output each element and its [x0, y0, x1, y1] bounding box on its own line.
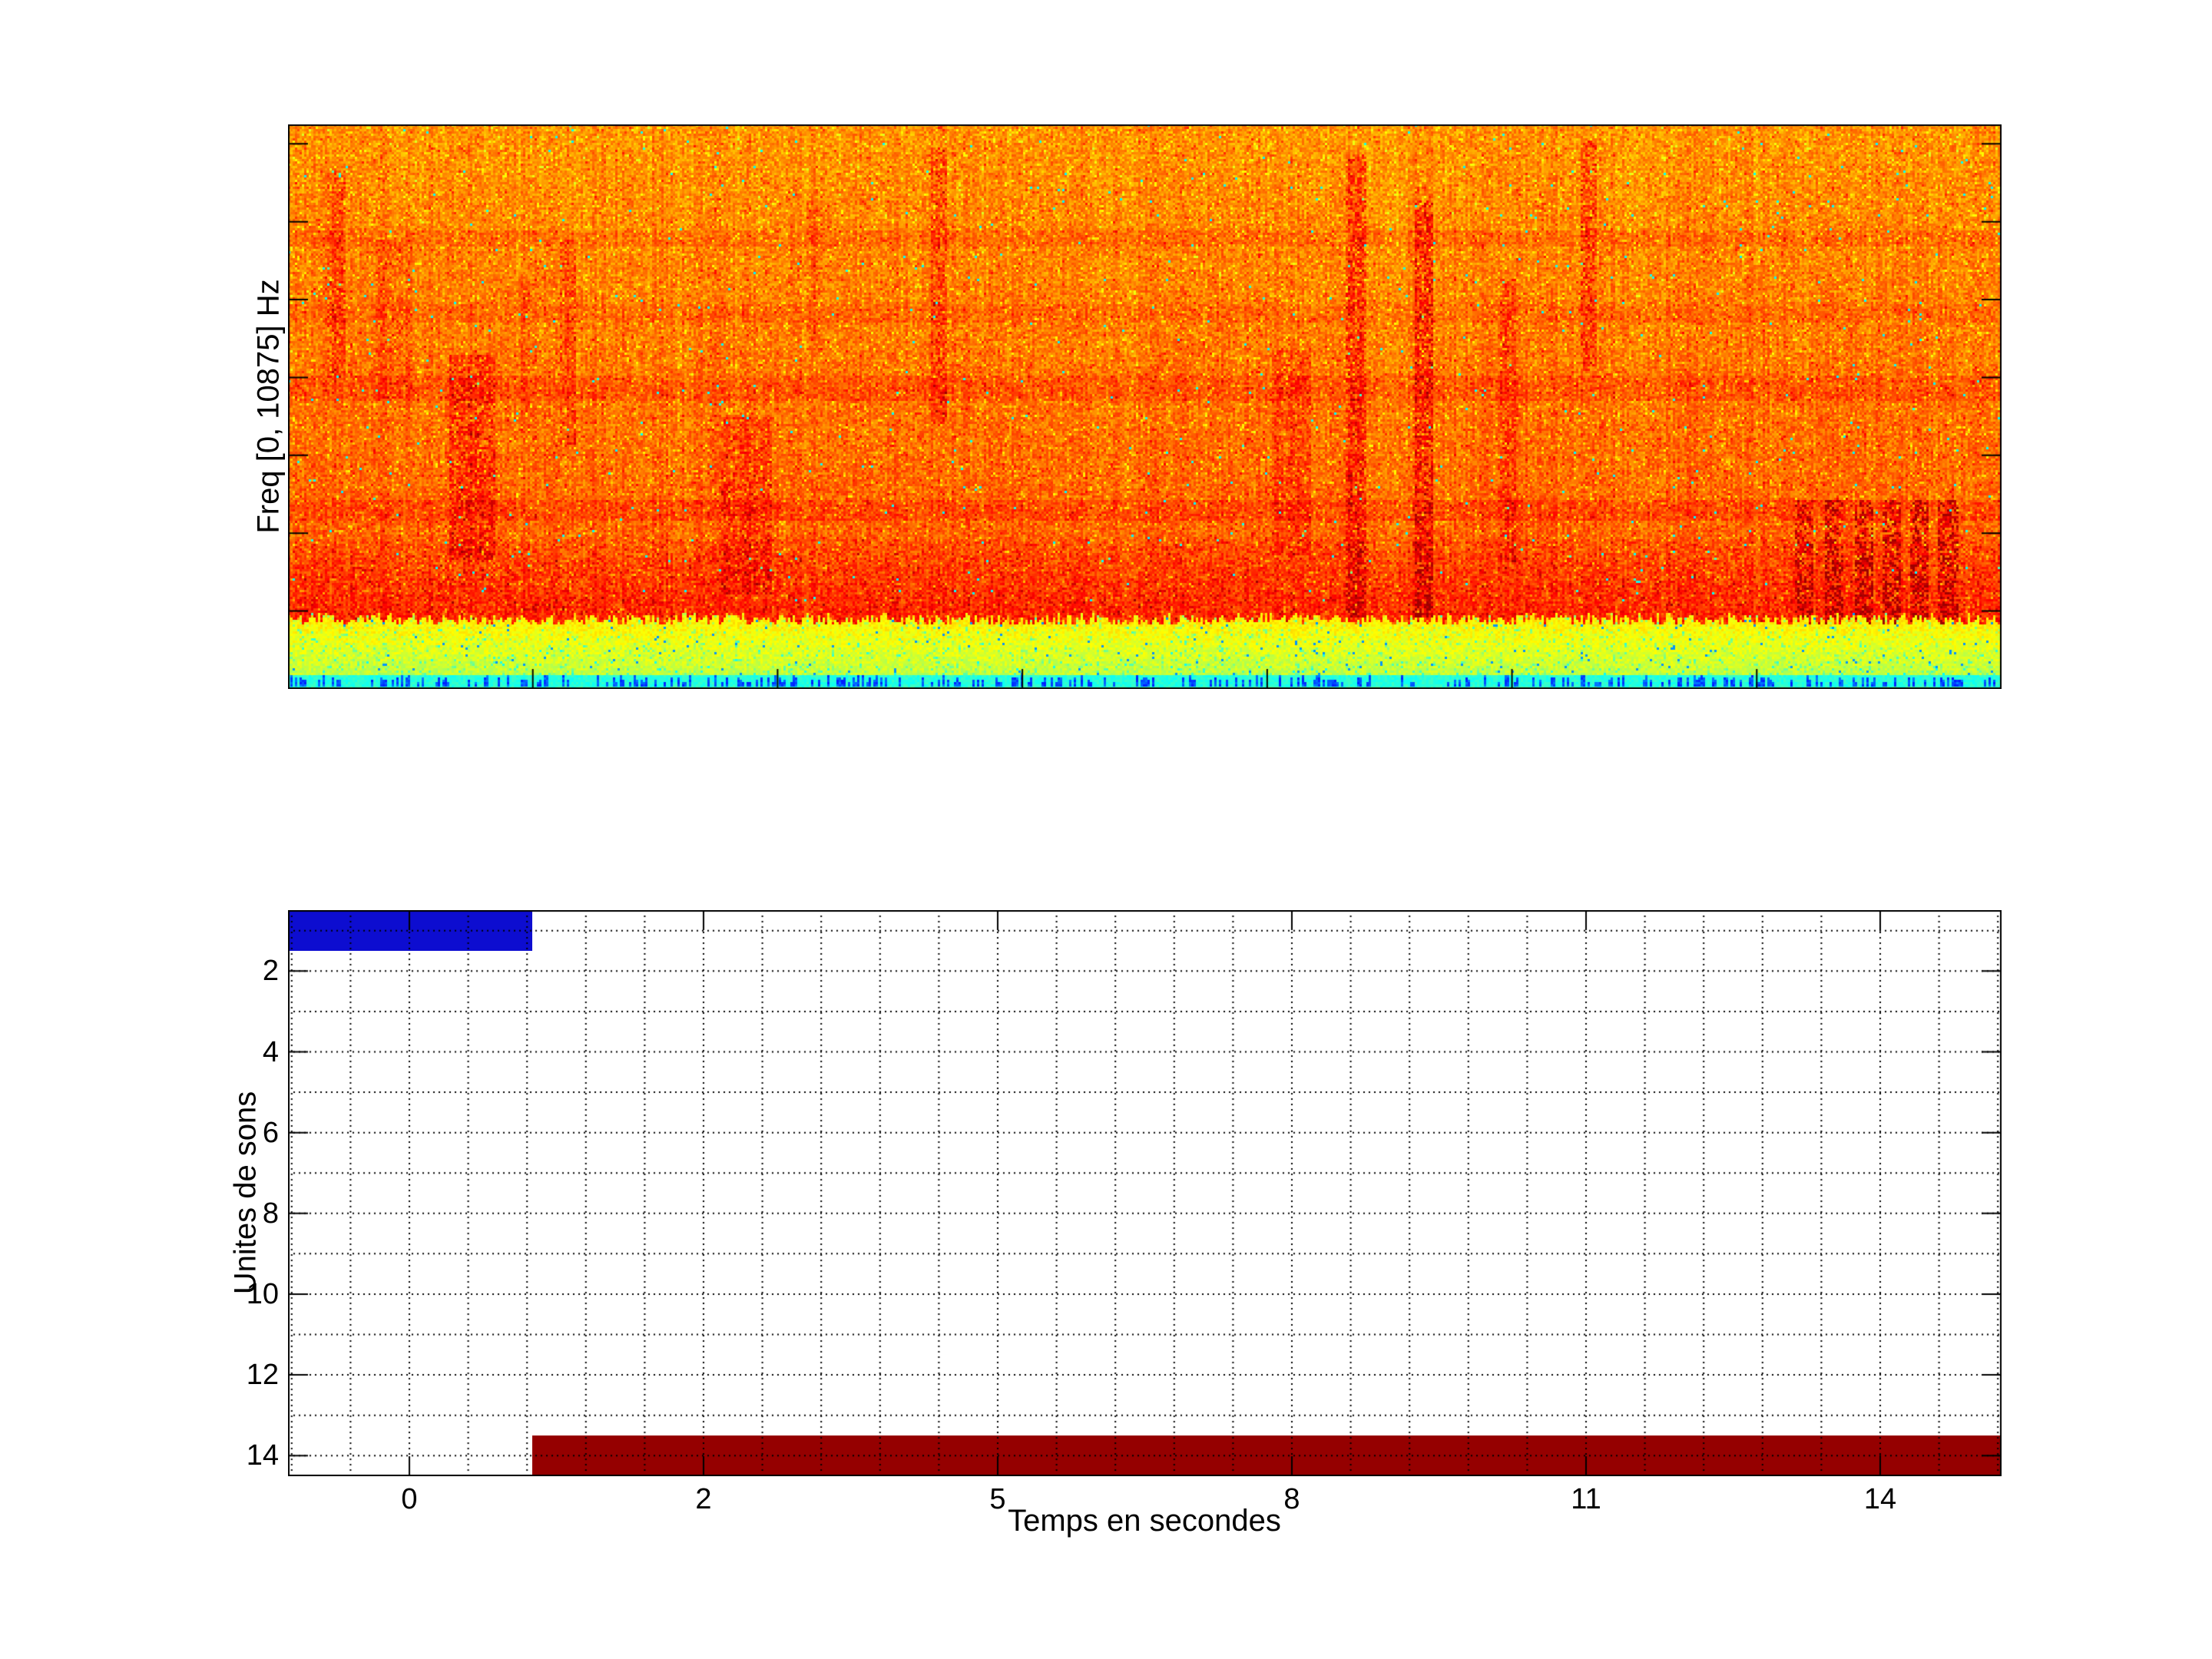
y-tick-label: 2: [194, 953, 279, 988]
x-tick-label: 0: [356, 1482, 463, 1517]
spectrogram-image: [288, 124, 2002, 689]
y-tick-label: 4: [194, 1035, 279, 1070]
y-tick-label: 10: [194, 1277, 279, 1312]
y-tick-label: 14: [194, 1438, 279, 1473]
activity-axes: [288, 910, 2002, 1476]
x-tick-label: 5: [944, 1482, 1051, 1517]
x-tick-label: 8: [1238, 1482, 1346, 1517]
spectrogram-axes: [288, 124, 2002, 689]
x-tick-label: 11: [1532, 1482, 1640, 1517]
x-tick-label: 14: [1826, 1482, 1934, 1517]
y-tick-label: 8: [194, 1196, 279, 1231]
y-tick-label: 6: [194, 1115, 279, 1151]
activity-grid: [288, 910, 2002, 1476]
spectrogram-ylabel: Freq [0, 10875] Hz: [252, 279, 286, 533]
matlab-figure: Freq [0, 10875] Hz Unites de sons Temps …: [0, 0, 2212, 1659]
x-tick-label: 2: [650, 1482, 757, 1517]
y-tick-label: 12: [194, 1357, 279, 1392]
